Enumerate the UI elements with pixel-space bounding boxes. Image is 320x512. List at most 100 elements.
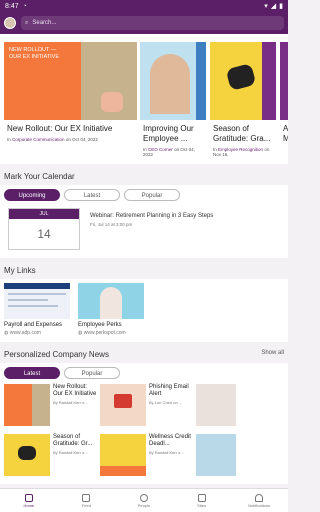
tab-popular[interactable]: Popular xyxy=(124,189,180,201)
tab-latest[interactable]: Latest xyxy=(64,189,120,201)
feed-icon xyxy=(82,493,91,502)
link-perks[interactable]: Employee Perks ◍ www.perkspot.com xyxy=(78,283,144,336)
featured-card-1[interactable]: NEW ROLLOUT — OUR EX INITIATIVE New Roll… xyxy=(4,42,137,160)
decor-shape xyxy=(100,466,146,476)
nav-home[interactable]: Home xyxy=(0,489,58,512)
news-item[interactable]: Wellness Credit Deadl... By Randall Kerr … xyxy=(100,434,194,482)
event-month: JUL xyxy=(9,209,79,219)
nav-label: Sites xyxy=(197,502,207,508)
status-bar: 8:47 ◔ ▾ ◢ ▮ xyxy=(0,0,288,12)
featured-title-4: A M xyxy=(283,124,288,143)
link-name: Employee Perks xyxy=(78,322,122,328)
person-photo xyxy=(100,287,122,319)
news-panel: Latest Popular New Rollout: Our EX Initi… xyxy=(0,363,288,484)
heart-icon xyxy=(225,63,257,91)
news-title: Wellness Credit Deadl... xyxy=(149,434,191,447)
payroll-thumbnail xyxy=(4,283,70,319)
bottom-nav: Home Feed People Sites Notifications xyxy=(0,488,288,512)
status-right: ▾ ◢ ▮ xyxy=(264,2,283,10)
person-photo xyxy=(150,54,190,114)
featured-carousel[interactable]: NEW ROLLOUT — OUR EX INITIATIVE New Roll… xyxy=(0,34,288,164)
featured-card-2[interactable]: Improving Our Employee ... In CEO Corner… xyxy=(140,42,206,160)
nav-label: Notifications xyxy=(248,502,271,508)
news-item[interactable]: New Rollout: Our EX Initiative By Randall… xyxy=(4,384,98,432)
event-time: Fri, Jul 14 at 3:00 pm xyxy=(90,222,133,227)
news-item[interactable] xyxy=(196,434,288,482)
news-author: By Lori Chen on ... xyxy=(149,400,183,405)
nav-people[interactable]: People xyxy=(115,489,173,512)
news-item[interactable]: Phishing Email Alert By Lori Chen on ... xyxy=(100,384,194,432)
search-icon: ⌕ xyxy=(25,19,29,26)
avatar[interactable] xyxy=(4,17,16,29)
news-heading: Personalized Company News xyxy=(4,350,109,359)
link-payroll[interactable]: Payroll and Expenses ◍ www.adp.com xyxy=(4,283,70,336)
news-thumbnail xyxy=(196,384,236,426)
news-thumbnail xyxy=(100,384,146,426)
tab-news-latest[interactable]: Latest xyxy=(4,367,60,379)
links-heading: My Links xyxy=(4,266,36,275)
link-name: Payroll and Expenses xyxy=(4,322,63,328)
featured-image-2 xyxy=(140,42,206,120)
featured-meta-3: In Employee Recognition on Nov 16, xyxy=(213,147,270,157)
news-thumbnail xyxy=(196,434,236,476)
warning-icon xyxy=(114,394,132,408)
decor-shape xyxy=(262,42,276,120)
event-title: Webinar: Retirement Planning in 3 Easy S… xyxy=(90,213,214,219)
nav-notifications[interactable]: Notifications xyxy=(230,489,288,512)
signal-icon: ◢ xyxy=(270,3,277,10)
news-author: By Randall Kerr o... xyxy=(53,400,88,405)
main-content: NEW ROLLOUT — OUR EX INITIATIVE New Roll… xyxy=(0,34,288,488)
featured-title-3: Season of Gratitude: Gra... xyxy=(213,124,271,143)
news-thumbnail xyxy=(100,434,146,476)
status-time: 8:47 xyxy=(5,2,19,10)
battery-icon: ▮ xyxy=(279,3,283,10)
decor-shape xyxy=(196,42,206,120)
featured-image-4 xyxy=(280,42,288,120)
nav-label: People xyxy=(137,502,151,508)
news-item[interactable]: Season of Gratitude: Gr... By Randall Ker… xyxy=(4,434,98,482)
wifi-icon: ▾ xyxy=(264,3,268,10)
news-author: By Randall Kerr o... xyxy=(53,450,88,455)
link-url: ◍ www.adp.com xyxy=(4,330,41,336)
nav-feed[interactable]: Feed xyxy=(58,489,116,512)
decor-shape xyxy=(8,299,48,301)
decor-shape xyxy=(101,92,123,112)
news-item[interactable] xyxy=(196,384,288,432)
show-all-link[interactable]: Show all xyxy=(261,350,284,359)
link-url: ◍ www.perkspot.com xyxy=(78,330,126,336)
home-icon xyxy=(24,493,33,502)
nav-sites[interactable]: Sites xyxy=(173,489,231,512)
featured-title-2: Improving Our Employee ... xyxy=(143,124,194,143)
bell-icon xyxy=(255,493,264,502)
news-thumbnail xyxy=(4,434,50,476)
nav-label: Feed xyxy=(81,502,91,508)
people-icon xyxy=(139,493,148,502)
featured-meta-1: In Corporate Communication on Oct 04, 20… xyxy=(7,137,98,142)
links-list: Payroll and Expenses ◍ www.adp.com Emplo… xyxy=(0,279,288,342)
featured-image-3 xyxy=(210,42,276,120)
calendar-tabs: Upcoming Latest Popular xyxy=(0,185,288,204)
featured-card-3[interactable]: Season of Gratitude: Gra... In Employee … xyxy=(210,42,276,160)
tab-upcoming[interactable]: Upcoming xyxy=(4,189,60,201)
sites-icon xyxy=(197,493,206,502)
event-day: 14 xyxy=(37,227,51,241)
featured-meta-2: In CEO Corner on Oct 04, 2022 xyxy=(143,147,195,157)
event-date: JUL 14 xyxy=(8,208,80,250)
featured-card-4[interactable]: A M xyxy=(280,42,288,160)
news-thumbnail xyxy=(4,384,50,426)
nav-label: Home xyxy=(23,502,35,508)
decor-shape xyxy=(8,293,66,295)
news-grid: New Rollout: Our EX Initiative By Randall… xyxy=(0,382,288,484)
perks-thumbnail xyxy=(78,283,144,319)
search-input[interactable]: ⌕ Search... xyxy=(21,16,284,30)
app-status-icon: ◔ xyxy=(22,2,27,10)
featured-title-1: New Rollout: Our EX Initiative xyxy=(7,124,113,133)
calendar-heading: Mark Your Calendar xyxy=(4,172,75,181)
calendar-panel: Upcoming Latest Popular JUL 14 Webinar: … xyxy=(0,185,288,258)
decor-shape xyxy=(4,283,70,289)
decor-shape xyxy=(8,305,58,307)
search-placeholder: Search... xyxy=(32,20,57,26)
news-author: By Randall Kerr o... xyxy=(149,450,184,455)
calendar-event[interactable]: JUL 14 Webinar: Retirement Planning in 3… xyxy=(0,204,288,258)
tab-news-popular[interactable]: Popular xyxy=(64,367,120,379)
